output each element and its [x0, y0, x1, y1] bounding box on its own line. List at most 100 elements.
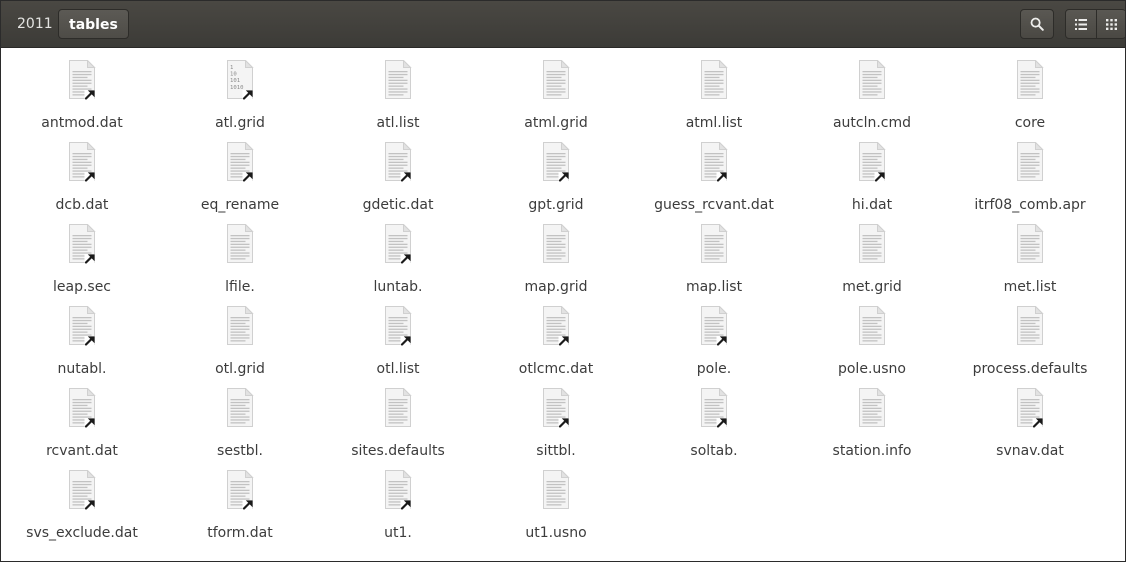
file-item[interactable]: sites.defaults [319, 388, 477, 470]
breadcrumb-current[interactable]: tables [58, 9, 129, 39]
file-item[interactable]: 1 10 101 1010 atl.grid [161, 60, 319, 142]
file-item[interactable]: rcvant.dat [3, 388, 161, 470]
file-name-label: luntab. [373, 279, 423, 295]
file-item[interactable]: met.grid [793, 224, 951, 306]
text-file-icon [385, 470, 412, 510]
file-item[interactable]: leap.sec [3, 224, 161, 306]
file-item[interactable]: hi.dat [793, 142, 951, 224]
file-name-label: pole. [696, 361, 732, 377]
text-file-icon [227, 224, 254, 263]
file-item[interactable]: gdetic.dat [319, 142, 477, 224]
file-view[interactable]: antmod.dat 1 10 101 1010 atl.grid atl.list atml… [1, 48, 1125, 561]
file-name-label: ut1. [384, 525, 412, 541]
text-file-icon [227, 306, 254, 345]
file-name-label: process.defaults [972, 361, 1088, 377]
file-name-label: autcln.cmd [832, 115, 912, 131]
file-item[interactable]: met.list [951, 224, 1109, 306]
file-name-label: met.list [1003, 279, 1057, 295]
breadcrumb-parent[interactable]: 2011 [11, 9, 59, 39]
file-item[interactable]: pole.usno [793, 306, 951, 388]
file-item[interactable]: luntab. [319, 224, 477, 306]
file-item[interactable]: ut1.usno [477, 470, 635, 552]
file-name-label: map.list [685, 279, 743, 295]
file-item[interactable]: pole. [635, 306, 793, 388]
file-grid: antmod.dat 1 10 101 1010 atl.grid atl.list atml… [1, 48, 1125, 552]
file-name-label: itrf08_comb.apr [974, 197, 1086, 213]
file-item[interactable]: itrf08_comb.apr [951, 142, 1109, 224]
file-item[interactable]: atl.list [319, 60, 477, 142]
file-name-label: soltab. [690, 443, 738, 459]
file-item[interactable]: otlcmc.dat [477, 306, 635, 388]
text-file-icon [385, 224, 412, 264]
file-item[interactable]: eq_rename [161, 142, 319, 224]
text-file-icon [385, 388, 412, 427]
file-item[interactable]: svs_exclude.dat [3, 470, 161, 552]
file-name-label: antmod.dat [41, 115, 123, 131]
search-button[interactable] [1020, 9, 1054, 39]
file-item[interactable]: map.list [635, 224, 793, 306]
file-item[interactable]: station.info [793, 388, 951, 470]
text-file-icon [1017, 142, 1044, 181]
file-name-label: rcvant.dat [46, 443, 118, 459]
text-file-icon [69, 306, 96, 346]
text-file-icon [1017, 224, 1044, 263]
file-item[interactable]: map.grid [477, 224, 635, 306]
file-item[interactable]: atml.list [635, 60, 793, 142]
text-file-icon [69, 470, 96, 510]
file-name-label: core [1014, 115, 1046, 131]
file-name-label: dcb.dat [55, 197, 109, 213]
file-item[interactable]: antmod.dat [3, 60, 161, 142]
file-item[interactable]: autcln.cmd [793, 60, 951, 142]
file-item[interactable]: sittbl. [477, 388, 635, 470]
svg-text:101: 101 [230, 78, 240, 84]
file-item[interactable]: guess_rcvant.dat [635, 142, 793, 224]
text-file-icon [227, 142, 254, 182]
binary-file-icon: 1101011010 [227, 60, 254, 100]
file-item[interactable]: process.defaults [951, 306, 1109, 388]
text-file-icon [543, 60, 570, 99]
text-file-icon [543, 470, 570, 509]
text-file-icon [701, 60, 728, 99]
text-file-icon [701, 306, 728, 346]
file-name-label: otl.list [376, 361, 420, 377]
text-file-icon [385, 60, 412, 99]
text-file-icon [227, 470, 254, 510]
file-item[interactable]: gpt.grid [477, 142, 635, 224]
file-item[interactable]: svnav.dat [951, 388, 1109, 470]
file-name-label: ut1.usno [525, 525, 587, 541]
file-name-label: svs_exclude.dat [26, 525, 138, 541]
file-name-label: atml.list [685, 115, 743, 131]
text-file-icon [385, 142, 412, 182]
file-item[interactable]: atml.grid [477, 60, 635, 142]
grid-view-button[interactable] [1096, 9, 1125, 39]
text-file-icon [385, 306, 412, 346]
text-file-icon [69, 388, 96, 428]
text-file-icon [859, 306, 886, 345]
text-file-icon [701, 142, 728, 182]
file-item[interactable]: ut1. [319, 470, 477, 552]
file-name-label: atl.list [376, 115, 420, 131]
file-name-label: met.grid [842, 279, 902, 295]
file-item[interactable]: nutabl. [3, 306, 161, 388]
file-item[interactable]: soltab. [635, 388, 793, 470]
file-item[interactable]: lfile. [161, 224, 319, 306]
file-name-label: eq_rename [200, 197, 280, 213]
file-item[interactable]: core [951, 60, 1109, 142]
file-name-label: lfile. [225, 279, 255, 295]
file-item[interactable]: otl.grid [161, 306, 319, 388]
file-name-label: otlcmc.dat [518, 361, 594, 377]
text-file-icon [69, 60, 96, 100]
file-item[interactable]: tform.dat [161, 470, 319, 552]
file-item[interactable]: dcb.dat [3, 142, 161, 224]
text-file-icon [69, 224, 96, 264]
file-item[interactable]: otl.list [319, 306, 477, 388]
file-name-label: station.info [832, 443, 912, 459]
list-view-button[interactable] [1065, 9, 1097, 39]
file-name-label: svnav.dat [996, 443, 1064, 459]
file-name-label: guess_rcvant.dat [654, 197, 774, 213]
search-icon [1030, 17, 1044, 31]
file-item[interactable]: sestbl. [161, 388, 319, 470]
text-file-icon [1017, 388, 1044, 428]
text-file-icon [859, 224, 886, 263]
text-file-icon [1017, 306, 1044, 345]
